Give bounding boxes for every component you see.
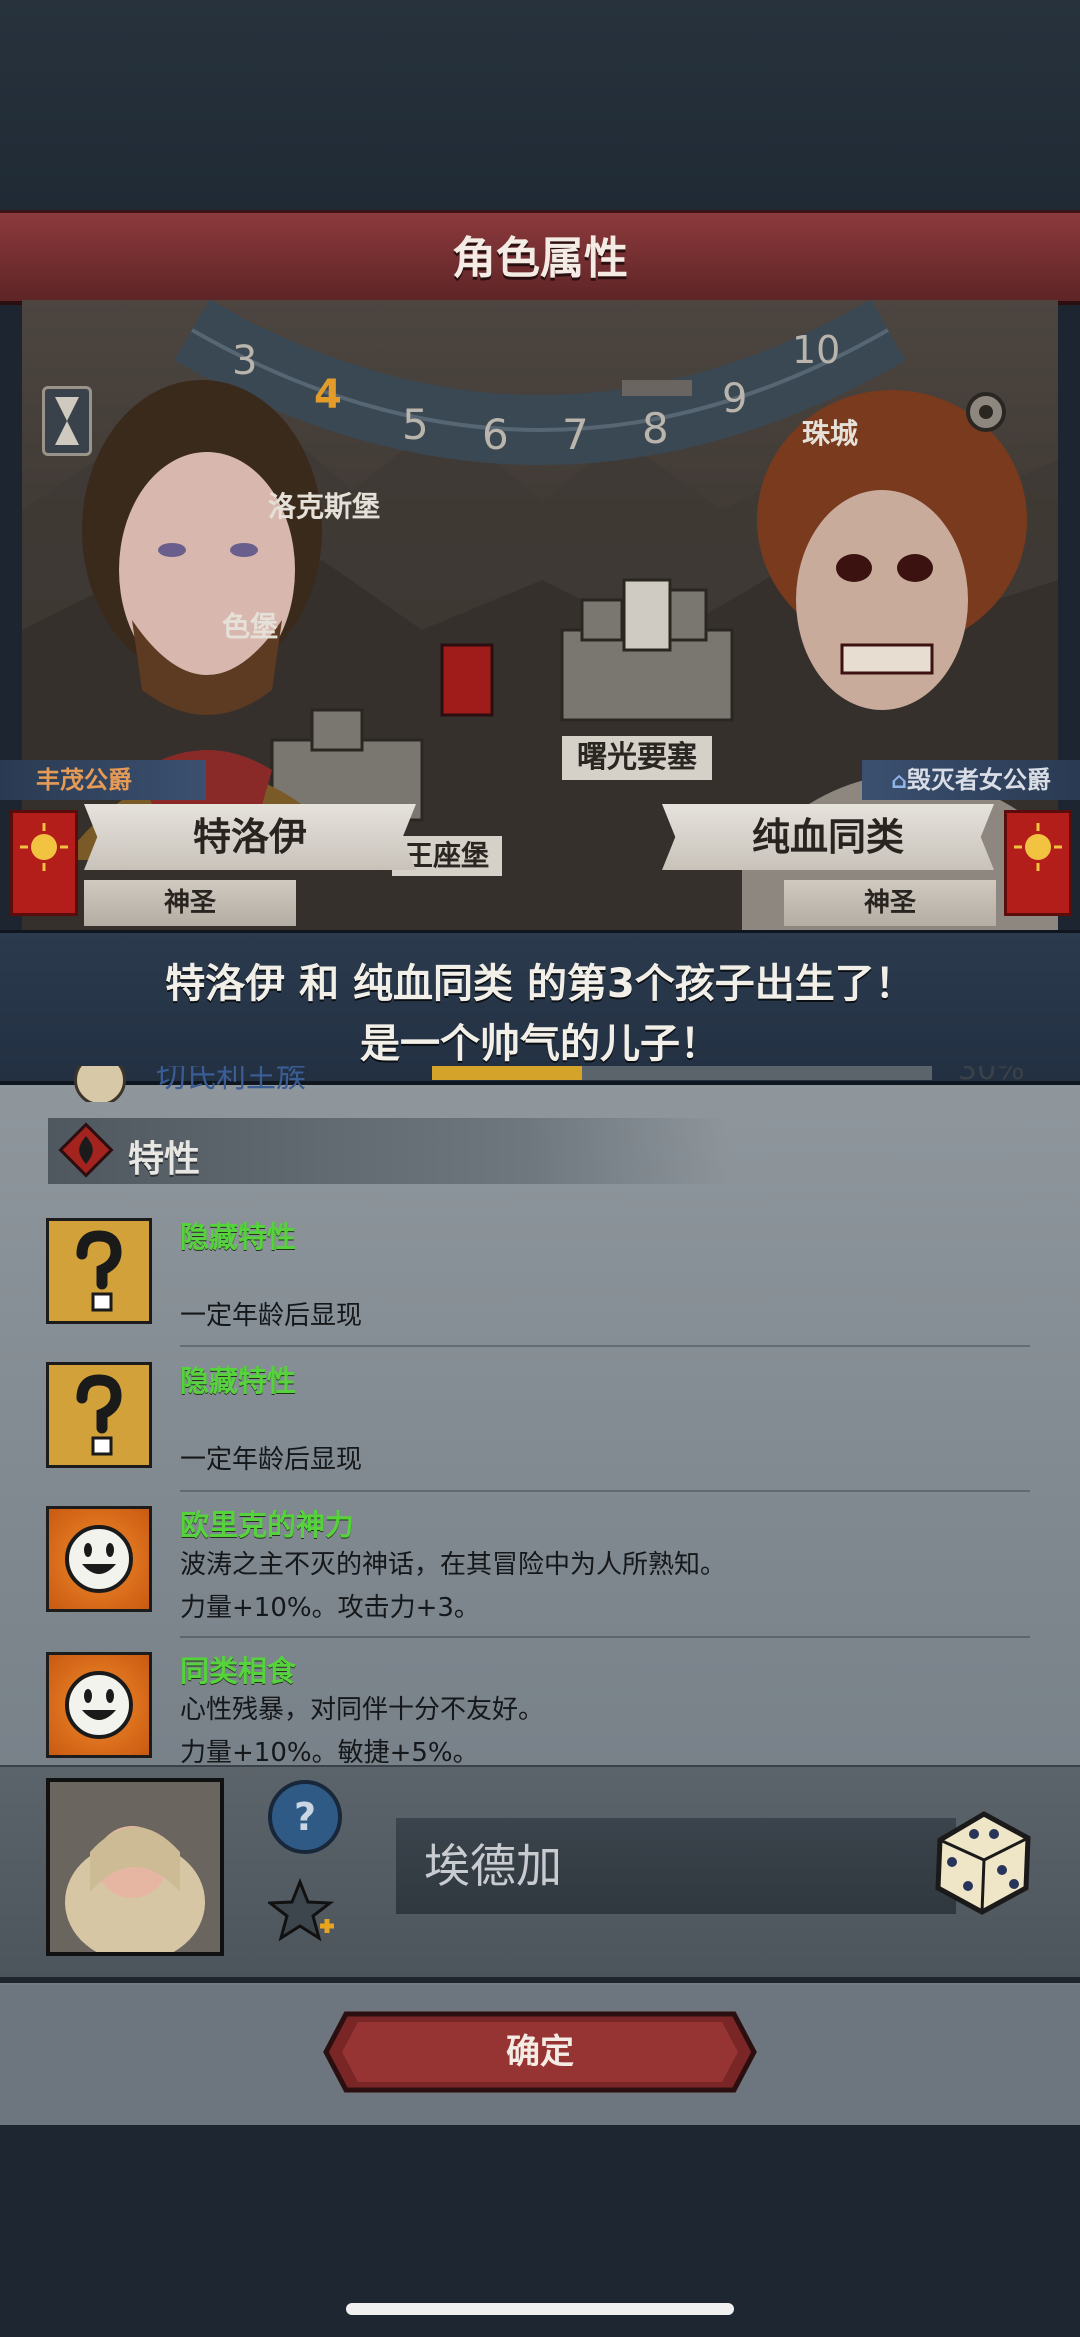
trait-name: 隐藏特性 <box>180 1364 297 1398</box>
dial-number: 5 <box>402 400 429 449</box>
trait-name: 隐藏特性 <box>180 1220 297 1254</box>
birth-announcement: 特洛伊 和 纯血同类 的第3个孩子出生了！ 是一个帅气的儿子！ <box>0 930 1080 1085</box>
confirm-label: 确定 <box>506 2032 574 2072</box>
dial-number: 3 <box>232 338 258 384</box>
trait-item[interactable] <box>46 1506 152 1612</box>
dial-number: 7 <box>562 410 589 459</box>
top-background <box>0 0 1080 210</box>
trait-item[interactable] <box>46 1652 152 1758</box>
right-parent-name: 纯血同类 <box>662 804 994 870</box>
dynasty-progress-fill <box>432 1066 582 1080</box>
smiley-sun-icon <box>46 1506 152 1612</box>
sun-crest-icon <box>10 810 78 916</box>
map-label: 曙光要塞 <box>562 736 712 780</box>
trait-desc: 波涛之主不灭的神话，在其冒险中为人所熟知。 <box>180 1550 727 1580</box>
child-name-field[interactable]: 埃德加 <box>396 1818 956 1914</box>
dial-number-current: 4 <box>314 372 342 418</box>
trait-name: 同类相食 <box>180 1654 297 1688</box>
dynasty-icon <box>74 1066 126 1102</box>
flame-badge-icon <box>56 1120 116 1180</box>
home-indicator[interactable] <box>346 2303 734 2315</box>
dial-number: 10 <box>792 328 841 372</box>
left-parent-title: 丰茂公爵 <box>0 760 206 800</box>
child-name-value: 埃德加 <box>424 1839 562 1893</box>
help-icon[interactable]: ? <box>268 1780 342 1854</box>
dice-icon[interactable] <box>922 1800 1042 1920</box>
dial-number: 6 <box>482 410 509 459</box>
divider <box>180 1636 1030 1638</box>
traits-section-title: 特性 <box>128 1139 201 1180</box>
hourglass-icon[interactable] <box>42 386 92 456</box>
announcement-line-2: 是一个帅气的儿子！ <box>360 1021 720 1067</box>
announcement-line-1: 特洛伊 和 纯血同类 的第3个孩子出生了！ <box>165 961 915 1007</box>
trait-effect: 力量+10%。攻击力+3。 <box>180 1593 480 1623</box>
trait-item[interactable] <box>46 1362 152 1468</box>
star-plus-icon[interactable] <box>265 1876 338 1946</box>
right-parent-title-text: 毁灭者女公爵 <box>906 766 1051 794</box>
right-parent-faith: 神圣 <box>784 880 996 926</box>
dial-number: 8 <box>642 404 669 453</box>
gear-icon[interactable] <box>960 386 1012 438</box>
smiley-sun-icon <box>46 1652 152 1758</box>
dynasty-progress-track <box>432 1066 932 1080</box>
map-label: 珠城 <box>802 417 859 450</box>
question-mark-icon <box>46 1218 152 1324</box>
trait-name: 欧里克的神力 <box>180 1508 355 1542</box>
left-parent-name: 特洛伊 <box>84 804 416 870</box>
page-title: 角色属性 <box>452 233 628 284</box>
trait-desc: 一定年龄后显现 <box>180 1445 363 1475</box>
sun-crest-icon <box>1004 810 1072 916</box>
confirm-button[interactable]: 确定 <box>322 2010 758 2094</box>
dynasty-value: 30% <box>958 1066 1025 1087</box>
trait-desc: 一定年龄后显现 <box>180 1301 363 1331</box>
right-parent-title: ⌂毁灭者女公爵 <box>862 760 1080 800</box>
left-parent-faith: 神圣 <box>84 880 296 926</box>
divider <box>180 1490 1030 1492</box>
trait-desc: 心性残暴，对同伴十分不友好。 <box>180 1695 545 1725</box>
child-portrait <box>46 1778 224 1956</box>
dynasty-label: 切氏利王族 <box>156 1066 306 1095</box>
dynasty-row: 切氏利王族 30% <box>0 1066 1080 1102</box>
map-label: 洛克斯堡 <box>268 490 381 523</box>
map-label: 色堡 <box>222 610 279 643</box>
divider <box>180 1345 1030 1347</box>
dial-number: 9 <box>722 376 748 422</box>
question-mark-icon <box>46 1362 152 1468</box>
trait-item[interactable] <box>46 1218 152 1324</box>
